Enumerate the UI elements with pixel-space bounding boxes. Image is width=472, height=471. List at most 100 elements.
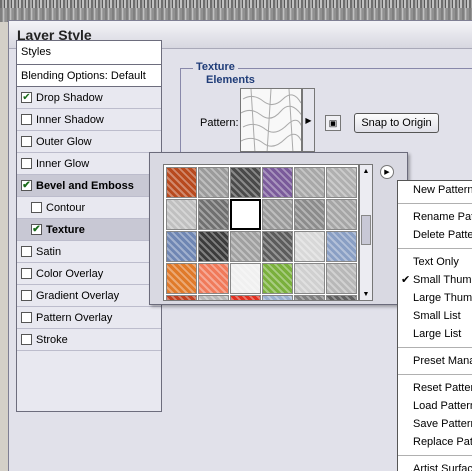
pattern-tile[interactable] xyxy=(166,263,197,294)
menu-item-save-patterns[interactable]: Save Patterns... xyxy=(398,415,472,433)
pattern-tile[interactable] xyxy=(262,167,293,198)
styles-header[interactable]: Styles xyxy=(17,41,161,65)
pattern-tile[interactable] xyxy=(230,231,261,262)
style-item-color-overlay[interactable]: Color Overlay xyxy=(17,263,161,285)
pattern-tile[interactable] xyxy=(198,231,229,262)
style-checkbox[interactable] xyxy=(21,334,32,345)
style-item-gradient-overlay[interactable]: Gradient Overlay xyxy=(17,285,161,307)
menu-item-label: Small List xyxy=(413,310,461,322)
pattern-tile[interactable] xyxy=(230,263,261,294)
style-checkbox[interactable] xyxy=(21,158,32,169)
menu-item-small-list[interactable]: Small List xyxy=(398,307,472,325)
style-item-label: Contour xyxy=(46,201,86,214)
menu-item-preset-manager[interactable]: Preset Manager... xyxy=(398,352,472,370)
menu-item-label: Rename Pattern... xyxy=(413,211,472,223)
style-item-label: Texture xyxy=(46,223,85,236)
style-item-stroke[interactable]: Stroke xyxy=(17,329,161,351)
pattern-tile[interactable] xyxy=(198,199,229,230)
pattern-tile[interactable] xyxy=(294,167,325,198)
menu-item-text-only[interactable]: Text Only xyxy=(398,253,472,271)
menu-item-label: Reset Patterns... xyxy=(413,382,472,394)
scroll-up-icon[interactable]: ▲ xyxy=(360,165,372,177)
snap-to-origin-button[interactable]: Snap to Origin xyxy=(354,113,439,133)
style-checkbox[interactable] xyxy=(21,246,32,257)
style-item-label: Drop Shadow xyxy=(36,91,103,104)
scroll-down-icon[interactable]: ▼ xyxy=(360,288,372,300)
pattern-tile[interactable] xyxy=(326,263,357,294)
style-checkbox[interactable]: ✔ xyxy=(21,180,32,191)
style-checkbox[interactable]: ✔ xyxy=(31,224,42,235)
style-item-contour[interactable]: Contour xyxy=(17,197,161,219)
style-item-bevel-and-emboss[interactable]: ✔ Bevel and Emboss xyxy=(17,175,161,197)
style-item-inner-shadow[interactable]: Inner Shadow xyxy=(17,109,161,131)
menu-separator xyxy=(398,203,472,204)
menu-item-label: Replace Patterns... xyxy=(413,436,472,448)
pattern-tile[interactable] xyxy=(166,231,197,262)
pattern-tile[interactable] xyxy=(294,199,325,230)
picker-menu-arrow-icon[interactable]: ▶ xyxy=(380,165,394,179)
pattern-tile[interactable] xyxy=(262,199,293,230)
style-item-inner-glow[interactable]: Inner Glow xyxy=(17,153,161,175)
menu-item-label: Artist Surfaces xyxy=(413,463,472,471)
new-preset-icon[interactable]: ▣ xyxy=(325,115,341,131)
pattern-texture-graphic xyxy=(241,89,301,151)
style-item-outer-glow[interactable]: Outer Glow xyxy=(17,131,161,153)
style-item-label: Stroke xyxy=(36,333,68,346)
style-checkbox[interactable] xyxy=(21,114,32,125)
menu-item-load-patterns[interactable]: Load Patterns... xyxy=(398,397,472,415)
menu-item-artist-surfaces[interactable]: Artist Surfaces xyxy=(398,460,472,471)
menu-item-delete-pattern[interactable]: Delete Pattern xyxy=(398,226,472,244)
style-item-label: Outer Glow xyxy=(36,135,92,148)
menu-item-label: Large Thumbnail xyxy=(413,292,472,304)
menu-item-reset-patterns[interactable]: Reset Patterns... xyxy=(398,379,472,397)
pattern-tile[interactable] xyxy=(166,199,197,230)
pattern-tile[interactable] xyxy=(230,167,261,198)
pattern-grid-scrollbar[interactable]: ▲ ▼ xyxy=(359,164,373,301)
pattern-tile[interactable] xyxy=(326,295,357,300)
pattern-tile[interactable] xyxy=(198,263,229,294)
pattern-preview-swatch[interactable] xyxy=(240,88,302,152)
pattern-tile[interactable] xyxy=(230,295,261,300)
pattern-tile[interactable] xyxy=(294,231,325,262)
pattern-dropdown-arrow-icon[interactable]: ▶ xyxy=(302,88,315,152)
pattern-tile[interactable] xyxy=(326,231,357,262)
style-item-drop-shadow[interactable]: ✔ Drop Shadow xyxy=(17,87,161,109)
style-item-pattern-overlay[interactable]: Pattern Overlay xyxy=(17,307,161,329)
pattern-tile[interactable] xyxy=(230,199,261,230)
menu-item-label: Save Patterns... xyxy=(413,418,472,430)
pattern-tile[interactable] xyxy=(262,295,293,300)
style-checkbox[interactable] xyxy=(21,290,32,301)
menu-item-rename-pattern[interactable]: Rename Pattern... xyxy=(398,208,472,226)
pattern-tile[interactable] xyxy=(326,167,357,198)
pattern-tile[interactable] xyxy=(294,295,325,300)
menu-item-large-list[interactable]: Large List xyxy=(398,325,472,343)
menu-item-new-pattern[interactable]: New Pattern... xyxy=(398,181,472,199)
pattern-tile[interactable] xyxy=(198,167,229,198)
menu-item-label: Delete Pattern xyxy=(413,229,472,241)
pattern-tile[interactable] xyxy=(262,263,293,294)
style-item-label: Inner Shadow xyxy=(36,113,104,126)
style-item-texture[interactable]: ✔ Texture xyxy=(17,219,161,241)
menu-item-replace-patterns[interactable]: Replace Patterns... xyxy=(398,433,472,451)
pattern-grid xyxy=(163,164,359,301)
menu-item-small-thumbnail[interactable]: ✔Small Thumbnail xyxy=(398,271,472,289)
style-checkbox[interactable] xyxy=(21,136,32,147)
pattern-tile[interactable] xyxy=(166,295,197,300)
style-checkbox[interactable] xyxy=(21,268,32,279)
scrollbar-thumb[interactable] xyxy=(361,215,371,245)
style-checkbox[interactable] xyxy=(21,312,32,323)
style-item-satin[interactable]: Satin xyxy=(17,241,161,263)
style-checkbox[interactable]: ✔ xyxy=(21,92,32,103)
menu-item-large-thumbnail[interactable]: Large Thumbnail xyxy=(398,289,472,307)
pattern-tile[interactable] xyxy=(326,199,357,230)
pattern-tile[interactable] xyxy=(166,167,197,198)
style-item-label: Gradient Overlay xyxy=(36,289,120,302)
pattern-label: Pattern: xyxy=(200,117,239,129)
pattern-tile[interactable] xyxy=(262,231,293,262)
pattern-tile[interactable] xyxy=(198,295,229,300)
menu-separator xyxy=(398,347,472,348)
pattern-tile[interactable] xyxy=(294,263,325,294)
style-checkbox[interactable] xyxy=(31,202,42,213)
blending-options-item[interactable]: Blending Options: Default xyxy=(17,65,161,87)
styles-panel: Styles Blending Options: Default ✔ Drop S… xyxy=(16,40,162,412)
